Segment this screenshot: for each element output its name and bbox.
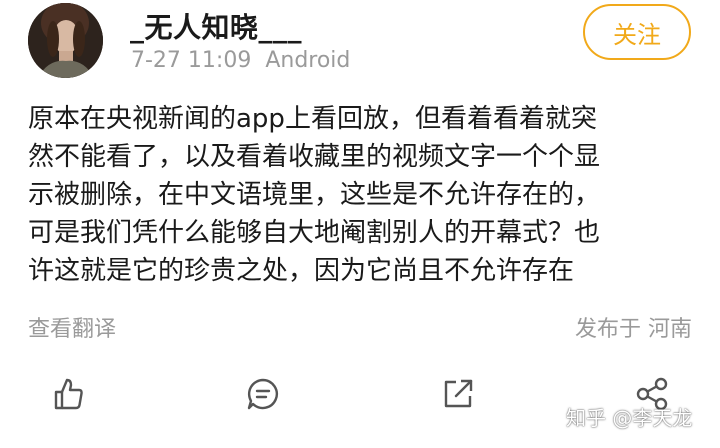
post-location: 发布于 河南	[575, 317, 692, 342]
avatar-image	[28, 3, 103, 78]
post-line: 示被删除，在中文语境里，这些是不允许存在的，	[28, 180, 601, 210]
post-line: 可是我们凭什么能够自大地阉割别人的开幕式？也	[28, 218, 601, 248]
post-line: 许这就是它的珍贵之处，因为它尚且不允许存在	[28, 256, 575, 286]
external-share-icon	[444, 379, 473, 408]
post-line: 原本在央视新闻的app上看回放，但看着看着就突	[28, 104, 597, 134]
post-device: Android	[265, 48, 351, 73]
comment-button[interactable]	[245, 376, 281, 412]
post-line: 然不能看了，以及看着收藏里的视频文字一个个显	[28, 142, 601, 172]
watermark: 知乎 @李天龙	[566, 406, 693, 430]
comment-icon	[247, 378, 278, 410]
avatar[interactable]	[28, 3, 103, 78]
post-meta: 7-27 11:09 Android	[131, 48, 350, 73]
like-button[interactable]	[50, 376, 86, 412]
post-content: 原本在央视新闻的app上看回放，但看着看着就突 然不能看了，以及看着收藏里的视频…	[28, 100, 698, 290]
repost-button[interactable]	[440, 376, 476, 412]
view-translation-link[interactable]: 查看翻译	[28, 311, 116, 343]
follow-button[interactable]: 关注	[583, 4, 691, 60]
thumbs-up-icon	[54, 378, 83, 410]
post-timestamp: 7-27 11:09	[131, 48, 252, 73]
username[interactable]: _无人知晓___	[130, 6, 302, 46]
